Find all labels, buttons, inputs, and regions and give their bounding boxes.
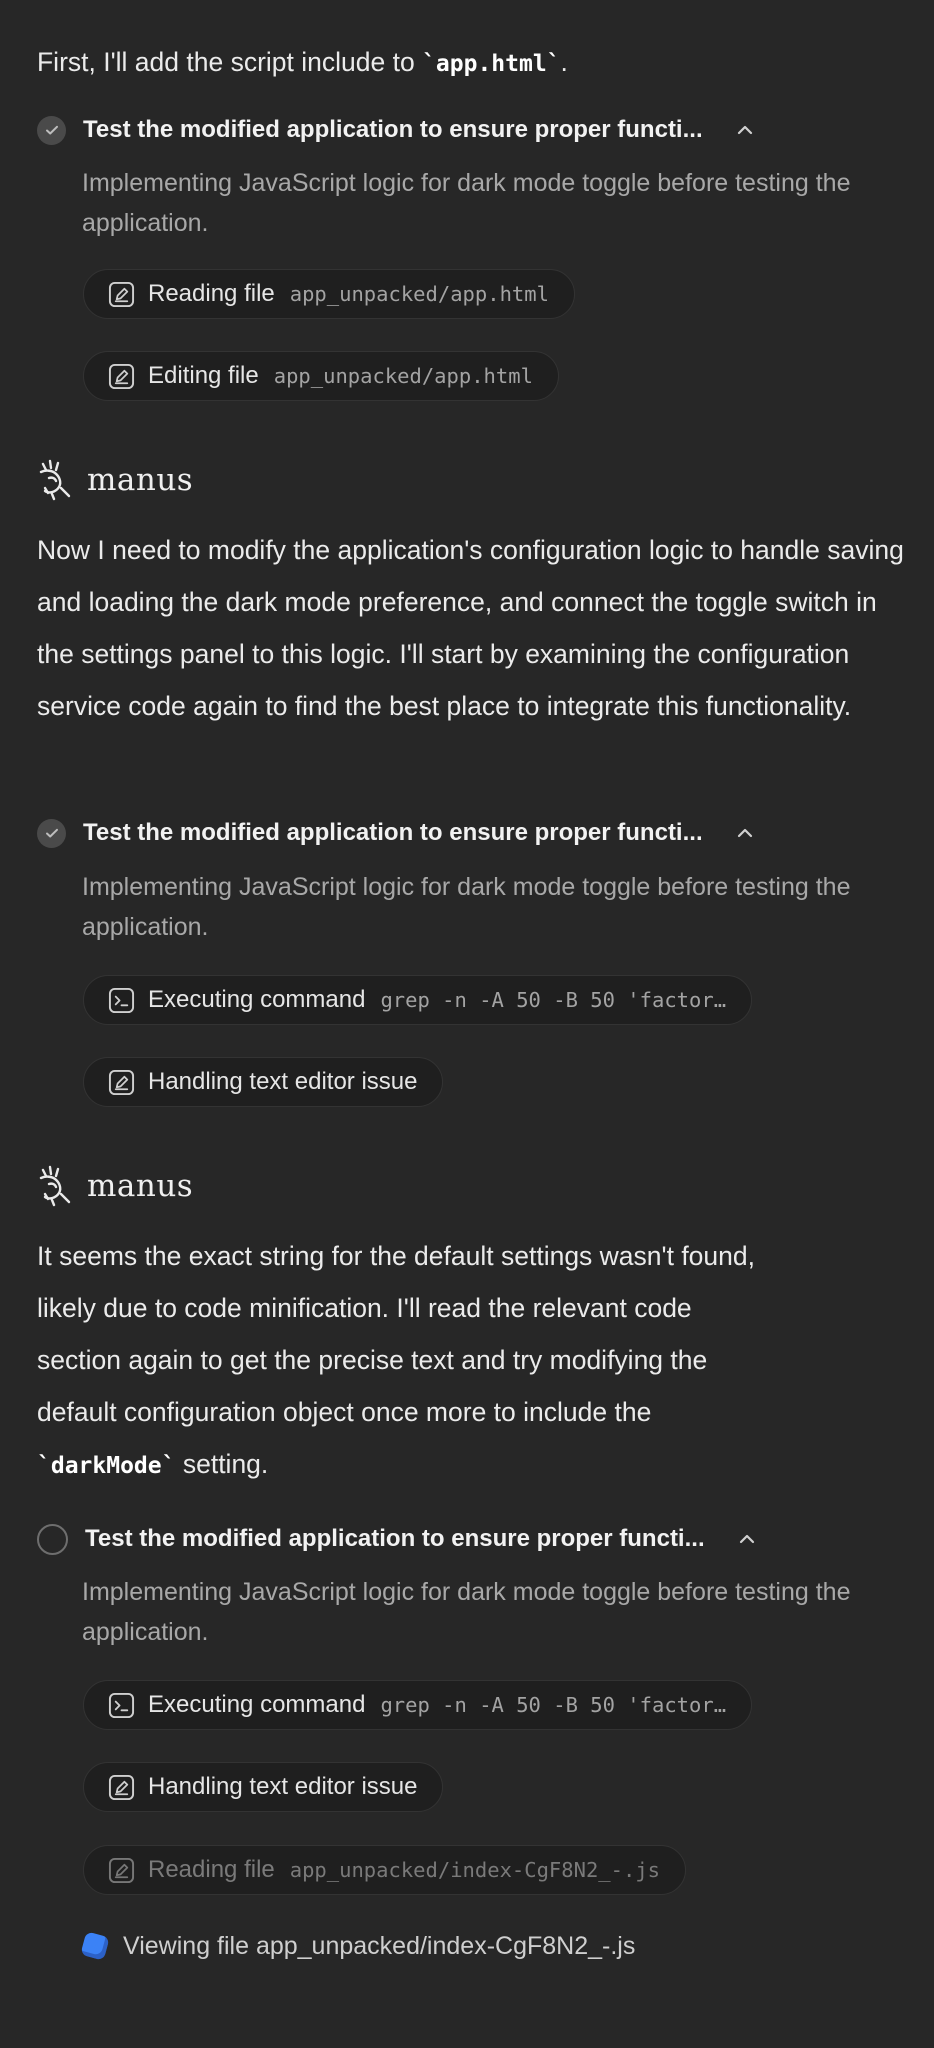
chevron-up-icon[interactable] bbox=[733, 821, 757, 845]
step-label: Handling text editor issue bbox=[148, 1773, 418, 1800]
edit-icon bbox=[108, 281, 135, 307]
message-text: First, I'll add the script include to bbox=[37, 47, 423, 77]
step-pill[interactable]: Executing command grep -n -A 50 -B 50 'f… bbox=[83, 1680, 753, 1730]
assistant-message-3: It seems the exact string for the defaul… bbox=[37, 1230, 907, 1492]
step-pill[interactable]: Handling text editor issue bbox=[83, 1762, 444, 1812]
brand-name: manus bbox=[87, 462, 194, 498]
inline-code: `darkMode` bbox=[37, 1453, 176, 1479]
step-label: Executing command bbox=[148, 986, 366, 1013]
manus-hand-icon bbox=[39, 1165, 71, 1207]
viewing-icon bbox=[80, 1931, 110, 1961]
task-title: Test the modified application to ensure … bbox=[83, 819, 703, 846]
check-circle-icon bbox=[37, 115, 66, 145]
manus-hand-icon bbox=[39, 459, 71, 501]
task-header-3[interactable]: Test the modified application to ensure … bbox=[37, 1519, 759, 1559]
step-pill[interactable]: Reading file app_unpacked/app.html bbox=[83, 269, 575, 319]
agent-brand: manus bbox=[37, 1163, 193, 1209]
message-line: default configuration object once more t… bbox=[37, 1397, 652, 1427]
step-argument: app_unpacked/index-CgF8N2_-.js bbox=[289, 1858, 661, 1882]
step-pill[interactable]: Reading file app_unpacked/index-CgF8N2_-… bbox=[83, 1845, 687, 1895]
task-header-2[interactable]: Test the modified application to ensure … bbox=[37, 813, 757, 853]
step-argument: app_unpacked/app.html bbox=[273, 364, 533, 388]
edit-icon bbox=[108, 1857, 135, 1883]
message-text: . bbox=[560, 47, 568, 77]
message-text: setting. bbox=[175, 1449, 269, 1479]
step-label: Handling text editor issue bbox=[148, 1068, 418, 1095]
terminal-icon bbox=[108, 1692, 135, 1718]
assistant-message-2: Now I need to modify the application's c… bbox=[37, 535, 904, 721]
edit-icon bbox=[108, 1069, 135, 1095]
step-pill[interactable]: Editing file app_unpacked/app.html bbox=[83, 351, 559, 401]
step-pill[interactable]: Handling text editor issue bbox=[83, 1057, 444, 1107]
task-title: Test the modified application to ensure … bbox=[83, 116, 703, 143]
step-argument: grep -n -A 50 -B 50 'factor… bbox=[380, 1693, 727, 1717]
step-pill[interactable]: Executing command grep -n -A 50 -B 50 'f… bbox=[83, 975, 753, 1025]
chevron-up-icon[interactable] bbox=[735, 1527, 759, 1551]
inline-code: `app.html` bbox=[422, 51, 561, 77]
assistant-message-1: First, I'll add the script include to `a… bbox=[37, 36, 907, 90]
message-line: section again to get the precise text an… bbox=[37, 1345, 708, 1375]
agent-brand: manus bbox=[37, 457, 193, 503]
current-activity: Viewing file app_unpacked/index-CgF8N2_-… bbox=[80, 1926, 636, 1966]
step-label: Reading file bbox=[148, 280, 275, 307]
edit-icon bbox=[108, 1774, 135, 1800]
step-argument: grep -n -A 50 -B 50 'factor… bbox=[380, 988, 727, 1012]
task-description: Implementing JavaScript logic for dark m… bbox=[82, 873, 851, 941]
step-label: Executing command bbox=[148, 1691, 366, 1718]
step-label: Reading file bbox=[148, 1856, 275, 1883]
brand-name: manus bbox=[87, 1168, 194, 1204]
pending-circle-icon bbox=[37, 1523, 68, 1555]
terminal-icon bbox=[108, 987, 135, 1013]
current-activity-label: Viewing file app_unpacked/index-CgF8N2_-… bbox=[123, 1931, 636, 1960]
check-circle-icon bbox=[37, 818, 66, 848]
message-line: likely due to code minification. I'll re… bbox=[37, 1293, 692, 1323]
task-title: Test the modified application to ensure … bbox=[85, 1525, 705, 1552]
task-description: Implementing JavaScript logic for dark m… bbox=[82, 169, 851, 237]
step-argument: app_unpacked/app.html bbox=[289, 282, 549, 306]
message-line: It seems the exact string for the defaul… bbox=[37, 1241, 755, 1271]
chevron-up-icon[interactable] bbox=[733, 118, 757, 142]
task-description: Implementing JavaScript logic for dark m… bbox=[82, 1578, 851, 1646]
edit-icon bbox=[108, 363, 135, 389]
step-label: Editing file bbox=[148, 362, 259, 389]
task-header-1[interactable]: Test the modified application to ensure … bbox=[37, 110, 757, 150]
